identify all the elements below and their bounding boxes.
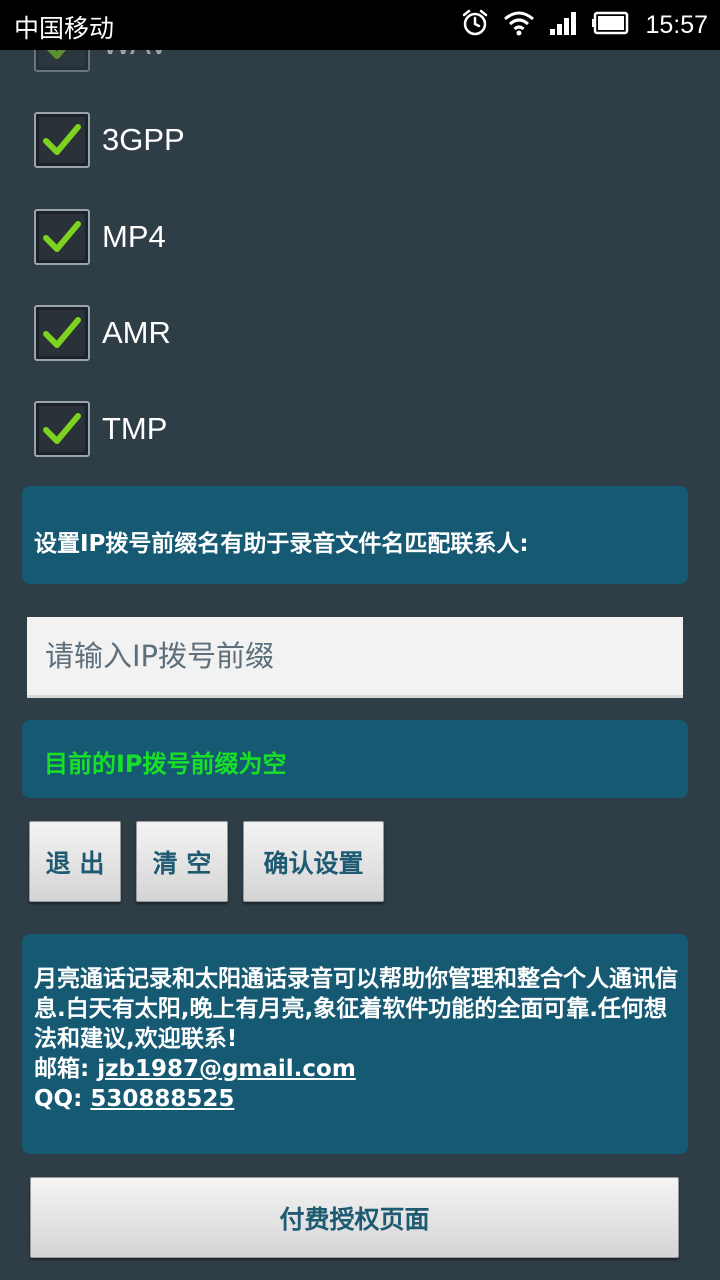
checkmark-icon [43, 221, 81, 252]
status-bar: 中国移动 15:57 [0, 0, 720, 50]
about-description: 月亮通话记录和太阳通话录音可以帮助你管理和整合个人通讯信息.白天有太阳,晚上有月… [34, 966, 678, 1052]
ip-prefix-title: 设置IP拨号前缀名有助于录音文件名匹配联系人: [34, 531, 529, 557]
ip-prefix-title-panel: 设置IP拨号前缀名有助于录音文件名匹配联系人: [22, 486, 688, 584]
checkbox-label: WAV [102, 50, 169, 62]
checkmark-icon [46, 50, 66, 59]
checkbox-label: MP4 [102, 219, 166, 254]
battery-icon [591, 11, 629, 39]
alarm-icon [461, 9, 489, 41]
checkbox-label: AMR [102, 315, 171, 350]
checkbox-amr[interactable] [34, 305, 90, 361]
email-link[interactable]: jzb1987@gmail.com [97, 1056, 356, 1082]
ip-prefix-input[interactable] [27, 617, 683, 698]
qq-link[interactable]: 530888525 [90, 1086, 234, 1112]
checkmark-icon [43, 413, 81, 444]
checkbox-row-wav[interactable]: WAV [34, 50, 169, 75]
ip-prefix-status-panel: 目前的IP拨号前缀为空 [22, 720, 688, 798]
settings-content[interactable]: WAV 3GPP MP4 AMR TMP [0, 50, 720, 1280]
paid-license-button[interactable]: 付费授权页面 [30, 1177, 679, 1258]
signal-icon [549, 10, 577, 40]
carrier-name: 中国移动 [14, 14, 115, 43]
checkbox-row-3gpp[interactable]: 3GPP [34, 109, 185, 171]
email-label: 邮箱: [34, 1056, 98, 1082]
checkbox-wav[interactable] [34, 50, 90, 72]
checkmark-icon [43, 317, 81, 348]
checkbox-3gpp[interactable] [34, 112, 90, 168]
checkbox-label: TMP [102, 411, 168, 446]
checkbox-mp4[interactable] [34, 209, 90, 265]
clock: 15:57 [645, 10, 708, 39]
qq-label: QQ: [34, 1086, 91, 1112]
checkbox-row-tmp[interactable]: TMP [34, 398, 167, 460]
checkbox-row-amr[interactable]: AMR [34, 302, 171, 364]
about-panel: 月亮通话记录和太阳通话录音可以帮助你管理和整合个人通讯信息.白天有太阳,晚上有月… [22, 934, 688, 1154]
checkbox-tmp[interactable] [34, 401, 90, 457]
confirm-settings-button[interactable]: 确认设置 [243, 821, 384, 902]
clear-button[interactable]: 清 空 [136, 821, 228, 902]
status-icons: 15:57 [461, 0, 708, 50]
checkmark-icon [43, 124, 81, 155]
ip-prefix-status: 目前的IP拨号前缀为空 [44, 750, 287, 778]
checkbox-label: 3GPP [102, 122, 185, 157]
about-text: 月亮通话记录和太阳通话录音可以帮助你管理和整合个人通讯信息.白天有太阳,晚上有月… [34, 964, 684, 1114]
checkbox-row-mp4[interactable]: MP4 [34, 206, 166, 268]
exit-button[interactable]: 退 出 [29, 821, 121, 902]
wifi-icon [503, 10, 535, 40]
